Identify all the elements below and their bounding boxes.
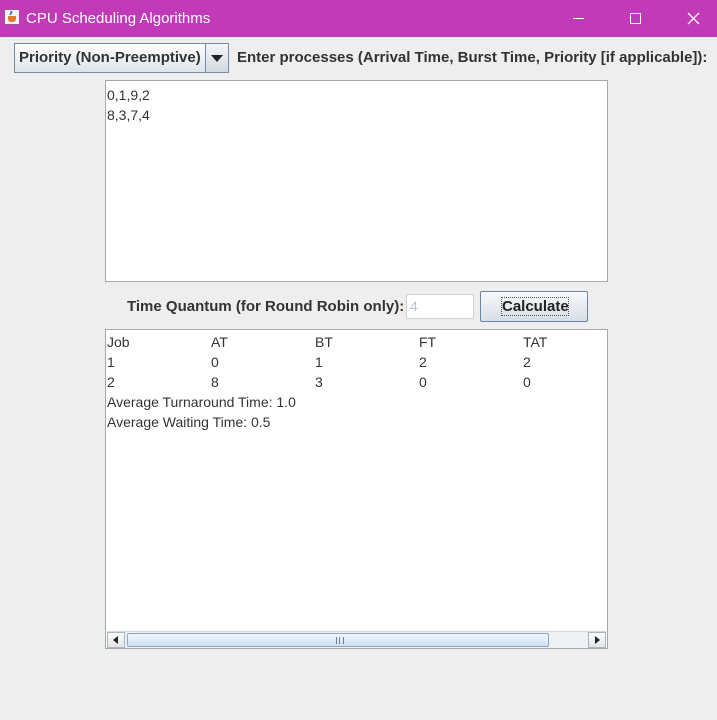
algorithm-select-value: Priority (Non-Preemptive) (19, 49, 201, 66)
maximize-button[interactable] (612, 0, 658, 37)
scroll-thumb[interactable] (127, 633, 549, 647)
header-job: Job (107, 334, 130, 350)
window-title: CPU Scheduling Algorithms (26, 10, 211, 27)
cell-job: 1 (107, 354, 115, 370)
close-icon (687, 12, 699, 25)
cell-tat: 0 (523, 374, 531, 390)
calculate-button-label: Calculate (501, 297, 569, 316)
average-waiting-text: Average Waiting Time: 0.5 (107, 414, 271, 430)
input-line: 0,1,9,2 (107, 87, 150, 103)
header-tat: TAT (523, 334, 548, 350)
cell-bt: 3 (315, 374, 323, 390)
process-input-textarea[interactable]: 0,1,9,2 8,3,7,4 (105, 80, 608, 282)
minimize-icon (572, 18, 584, 19)
cell-tat: 2 (523, 354, 531, 370)
cell-at: 0 (211, 354, 219, 370)
maximize-icon (629, 13, 641, 24)
cell-bt: 1 (315, 354, 323, 370)
cell-at: 8 (211, 374, 219, 390)
results-textarea[interactable]: Job AT BT FT TAT 1 0 1 2 2 2 8 3 0 0 Ave… (105, 329, 608, 649)
input-line: 8,3,7,4 (107, 107, 150, 123)
time-quantum-input[interactable]: 4 (406, 294, 474, 319)
cell-job: 2 (107, 374, 115, 390)
title-bar: CPU Scheduling Algorithms (0, 0, 717, 37)
close-button[interactable] (670, 0, 716, 37)
header-at: AT (211, 334, 228, 350)
horizontal-scrollbar[interactable] (107, 631, 606, 648)
header-bt: BT (315, 334, 333, 350)
instructions-label: Enter processes (Arrival Time, Burst Tim… (237, 49, 708, 66)
cell-ft: 0 (419, 374, 427, 390)
time-quantum-label: Time Quantum (for Round Robin only): (127, 298, 405, 315)
algorithm-select[interactable]: Priority (Non-Preemptive) (14, 43, 229, 73)
cell-ft: 2 (419, 354, 427, 370)
grip-icon (336, 637, 344, 644)
scroll-left-icon[interactable] (107, 632, 125, 648)
dropdown-arrow-icon[interactable] (205, 44, 228, 72)
scroll-right-icon[interactable] (588, 632, 606, 648)
calculate-button[interactable]: Calculate (480, 291, 588, 322)
minimize-button[interactable] (555, 0, 601, 37)
header-ft: FT (419, 334, 437, 350)
java-app-icon (4, 9, 20, 25)
average-turnaround-text: Average Turnaround Time: 1.0 (107, 394, 296, 410)
